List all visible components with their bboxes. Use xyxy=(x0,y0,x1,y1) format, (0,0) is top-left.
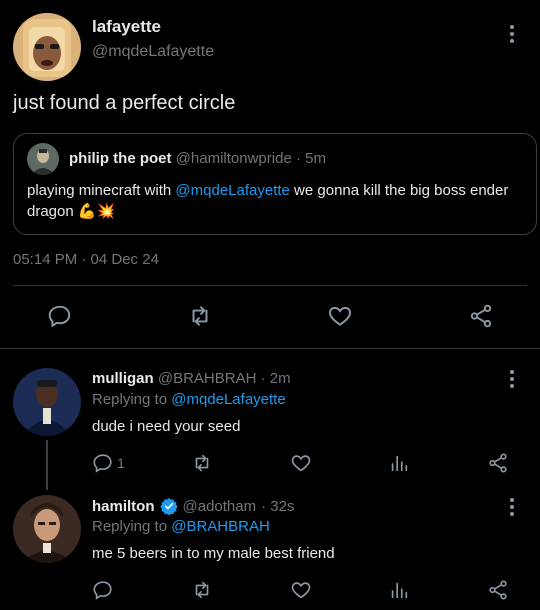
reply1-more-icon[interactable] xyxy=(502,367,522,391)
reply1-text: dude i need your seed xyxy=(92,418,241,435)
quoted-mention-link[interactable]: @mqdeLafayette xyxy=(175,182,289,199)
main-timestamp: 05:14 PM · 04 Dec 24 xyxy=(13,251,159,268)
reply-icon[interactable] xyxy=(47,303,73,329)
quoted-time: · 5m xyxy=(295,150,326,167)
main-more-icon[interactable] xyxy=(502,22,522,46)
reply2-retweet-icon[interactable] xyxy=(191,579,213,601)
reply2-replying-to-link[interactable]: @BRAHBRAH xyxy=(171,518,270,535)
main-avatar[interactable] xyxy=(13,13,81,81)
quoted-emoji: 💪💥 xyxy=(77,203,116,220)
quoted-handle[interactable]: @hamiltonwpride xyxy=(176,150,292,167)
quoted-text-before: playing minecraft with xyxy=(27,182,176,199)
reply2-replying-label: Replying to xyxy=(92,518,168,535)
retweet-icon[interactable] xyxy=(187,303,213,329)
reply2-avatar[interactable] xyxy=(13,495,81,563)
quoted-avatar[interactable] xyxy=(27,143,59,175)
reply1-avatar[interactable] xyxy=(13,368,81,436)
reply1-share-icon[interactable] xyxy=(487,452,509,474)
divider-bottom xyxy=(0,348,540,349)
reply1-replying-label: Replying to xyxy=(92,391,168,408)
reply2-like-icon[interactable] xyxy=(290,579,312,601)
reply1-like-icon[interactable] xyxy=(290,452,312,474)
like-icon[interactable] xyxy=(327,303,353,329)
divider-top xyxy=(13,285,527,286)
reply2-reply-icon[interactable] xyxy=(92,579,114,601)
reply2-text: me 5 beers in to my male best friend xyxy=(92,545,335,562)
verified-icon xyxy=(159,497,178,515)
main-tweet-text: just found a perfect circle xyxy=(13,92,236,114)
reply1-time: · 2m xyxy=(260,370,291,387)
quoted-tweet-text: playing minecraft with @mqdeLafayette we… xyxy=(27,180,517,222)
reply2-handle[interactable]: @adotham xyxy=(183,498,257,515)
reply1-display-name[interactable]: mulligan xyxy=(92,370,154,387)
reply2-time: · 32s xyxy=(261,497,295,515)
reply1-retweet-icon[interactable] xyxy=(191,452,213,474)
reply1-replying-to-link[interactable]: @mqdeLafayette xyxy=(171,391,285,408)
share-icon[interactable] xyxy=(468,303,494,329)
thread-line xyxy=(46,440,48,490)
reply2-more-icon[interactable] xyxy=(502,495,522,519)
reply2-display-name[interactable]: hamilton xyxy=(92,498,155,515)
main-handle[interactable]: @mqdeLafayette xyxy=(92,43,214,61)
quoted-display-name[interactable]: philip the poet xyxy=(69,150,172,167)
reply1-stats-icon[interactable] xyxy=(388,452,410,474)
reply2-share-icon[interactable] xyxy=(487,579,509,601)
reply1-handle[interactable]: @BRAHBRAH xyxy=(158,370,257,387)
main-display-name[interactable]: lafayette xyxy=(92,17,161,37)
reply1-reply-count: 1 xyxy=(117,455,125,471)
reply1-reply-icon[interactable] xyxy=(92,452,114,474)
reply2-stats-icon[interactable] xyxy=(388,579,410,601)
